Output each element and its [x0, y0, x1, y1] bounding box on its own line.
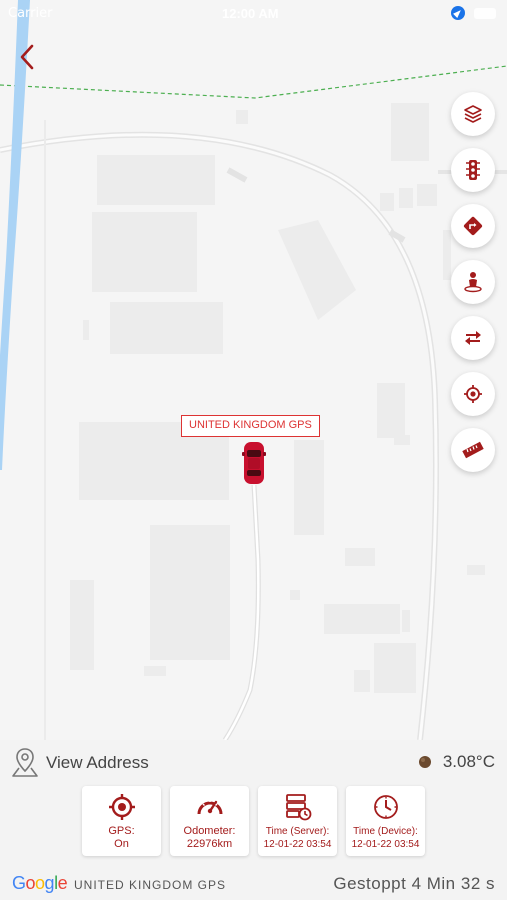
gps-target-icon: [108, 794, 135, 820]
gps-label: GPS:: [108, 825, 135, 837]
ruler-icon: [462, 441, 484, 459]
time-server-card: Time (Server): 12-01-22 03:54: [258, 786, 337, 856]
weather-info: 3.08°C: [417, 752, 495, 772]
location-arrow-icon: [451, 6, 465, 20]
footer: Google UNITED KINGDOM GPS Gestoppt 4 Min…: [0, 870, 507, 898]
odometer-card: Odometer: 22976km: [170, 786, 249, 856]
chevron-left-icon: [20, 44, 34, 70]
gps-value: On: [114, 838, 129, 850]
map-view[interactable]: Carrier 12:00 AM UNITED KINGDOM GPS: [0, 0, 507, 740]
swap-arrows-icon: [465, 331, 481, 345]
server-clock-icon: [285, 794, 311, 821]
person-icon: [464, 272, 482, 293]
directions-icon: [463, 216, 483, 236]
traffic-button[interactable]: [451, 148, 495, 192]
measure-button[interactable]: [451, 428, 495, 472]
vehicle-label: UNITED KINGDOM GPS: [181, 415, 320, 437]
odometer-value: 22976km: [186, 838, 233, 850]
layers-button[interactable]: [451, 92, 495, 136]
time-device-card: Time (Device): 12-01-22 03:54: [346, 786, 425, 856]
view-address-label: View Address: [46, 753, 149, 772]
map-pin-icon: [12, 748, 38, 777]
time-server-label: Time (Server):: [265, 826, 330, 837]
vehicle-status: Gestoppt 4 Min 32 s: [333, 874, 495, 893]
status-bar: Carrier 12:00 AM: [0, 0, 507, 28]
directions-button[interactable]: [451, 204, 495, 248]
time-device-value: 12-01-22 03:54: [351, 839, 420, 850]
my-location-button[interactable]: [451, 372, 495, 416]
street-view-button[interactable]: [451, 260, 495, 304]
weather-icon: [418, 756, 431, 768]
vehicle-info-panel: View Address 3.08°C GPS: On Odometer: 22…: [0, 740, 507, 900]
time-device-label: Time (Device):: [353, 826, 418, 837]
temperature-value: 3.08°C: [442, 752, 495, 771]
company-name: UNITED KINGDOM GPS: [74, 878, 227, 892]
speedometer-icon: [197, 800, 222, 815]
traffic-light-icon: [466, 160, 480, 180]
crosshair-icon: [464, 385, 482, 403]
view-address-button[interactable]: View Address: [10, 746, 149, 780]
google-logo: Google: [12, 873, 68, 893]
carrier-label: Carrier: [8, 6, 53, 21]
clock-icon: [373, 795, 398, 819]
swap-button[interactable]: [451, 316, 495, 360]
car-marker-icon[interactable]: [241, 440, 267, 486]
battery-icon: [474, 8, 496, 19]
gps-card: GPS: On: [82, 786, 161, 856]
status-clock: 12:00 AM: [222, 6, 279, 21]
time-server-value: 12-01-22 03:54: [263, 839, 332, 850]
stats-cards: GPS: On Odometer: 22976km Time (Server):: [82, 786, 425, 856]
layers-icon: [464, 105, 482, 123]
map-background: [0, 0, 507, 740]
odometer-label: Odometer:: [183, 825, 236, 837]
back-button[interactable]: [10, 40, 44, 74]
